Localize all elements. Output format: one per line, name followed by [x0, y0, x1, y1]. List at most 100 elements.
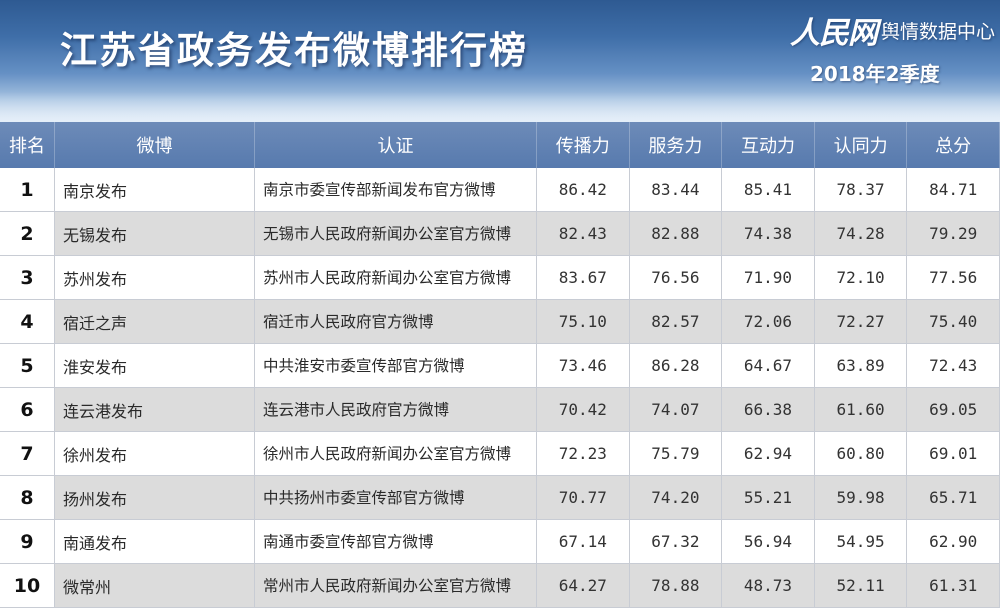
column-header-spread: 传播力	[537, 122, 630, 168]
total-score-cell: 62.90	[907, 520, 1000, 563]
service-score-cell: 76.56	[629, 256, 723, 299]
weibo-name-cell: 连云港发布	[55, 388, 255, 431]
column-header-service: 服务力	[630, 122, 723, 168]
recognition-score-cell: 72.27	[814, 300, 908, 343]
weibo-name-cell: 淮安发布	[55, 344, 255, 387]
weibo-name-cell: 徐州发布	[55, 432, 255, 475]
service-score-cell: 82.88	[629, 212, 723, 255]
certification-cell: 常州市人民政府新闻办公室官方微博	[255, 564, 537, 607]
certification-cell: 宿迁市人民政府官方微博	[255, 300, 537, 343]
total-score-cell: 75.40	[907, 300, 1000, 343]
total-score-cell: 79.29	[907, 212, 1000, 255]
interaction-score-cell: 74.38	[722, 212, 815, 255]
interaction-score-cell: 56.94	[722, 520, 815, 563]
spread-score-cell: 82.43	[537, 212, 630, 255]
spread-score-cell: 73.46	[537, 344, 630, 387]
spread-score-cell: 64.27	[537, 564, 630, 607]
column-header-cert: 认证	[255, 122, 537, 168]
page-title: 江苏省政务发布微博排行榜	[60, 29, 528, 72]
table-row: 9 南通发布 南通市委宣传部官方微博 67.14 67.32 56.94 54.95 62.9…	[0, 520, 1000, 564]
table-row: 5 淮安发布 中共淮安市委宣传部官方微博 73.46 86.28 64.67 63.89 72…	[0, 344, 1000, 388]
certification-cell: 南通市委宣传部官方微博	[255, 520, 537, 563]
certification-cell: 苏州市人民政府新闻办公室官方微博	[255, 256, 537, 299]
column-header-total: 总分	[907, 122, 1000, 168]
certification-cell: 徐州市人民政府新闻办公室官方微博	[255, 432, 537, 475]
rank-cell: 7	[0, 432, 55, 475]
banner-stripe	[0, 92, 1000, 122]
weibo-name-cell: 微常州	[55, 564, 255, 607]
total-score-cell: 69.05	[907, 388, 1000, 431]
brand: 人民网 舆情数据中心	[790, 12, 996, 51]
weibo-name-cell: 南通发布	[55, 520, 255, 563]
certification-cell: 南京市委宣传部新闻发布官方微博	[255, 168, 537, 211]
service-score-cell: 67.32	[629, 520, 723, 563]
column-header-interaction: 互动力	[722, 122, 815, 168]
interaction-score-cell: 55.21	[722, 476, 815, 519]
certification-cell: 中共淮安市委宣传部官方微博	[255, 344, 537, 387]
total-score-cell: 61.31	[907, 564, 1000, 607]
spread-score-cell: 83.67	[537, 256, 630, 299]
recognition-score-cell: 61.60	[814, 388, 908, 431]
rank-cell: 9	[0, 520, 55, 563]
recognition-score-cell: 54.95	[814, 520, 908, 563]
spread-score-cell: 70.77	[537, 476, 630, 519]
total-score-cell: 69.01	[907, 432, 1000, 475]
table-row: 6 连云港发布 连云港市人民政府官方微博 70.42 74.07 66.38 61.60 69…	[0, 388, 1000, 432]
certification-cell: 中共扬州市委宣传部官方微博	[255, 476, 537, 519]
recognition-score-cell: 59.98	[814, 476, 908, 519]
certification-cell: 连云港市人民政府官方微博	[255, 388, 537, 431]
interaction-score-cell: 85.41	[722, 168, 815, 211]
ranking-table: 排名 微博 认证 传播力 服务力 互动力 认同力 总分 1 南京发布 南京市委宣传部…	[0, 122, 1000, 611]
brand-subtitle: 舆情数据中心	[881, 20, 996, 43]
interaction-score-cell: 66.38	[722, 388, 815, 431]
weibo-name-cell: 扬州发布	[55, 476, 255, 519]
interaction-score-cell: 48.73	[722, 564, 815, 607]
period-label: 2018年2季度	[810, 62, 940, 86]
brand-logo: 人民网	[790, 16, 878, 51]
recognition-score-cell: 72.10	[814, 256, 908, 299]
spread-score-cell: 70.42	[537, 388, 630, 431]
interaction-score-cell: 62.94	[722, 432, 815, 475]
weibo-name-cell: 苏州发布	[55, 256, 255, 299]
recognition-score-cell: 60.80	[814, 432, 908, 475]
service-score-cell: 75.79	[629, 432, 723, 475]
rank-cell: 8	[0, 476, 55, 519]
spread-score-cell: 72.23	[537, 432, 630, 475]
rank-cell: 1	[0, 168, 55, 211]
column-header-recognition: 认同力	[815, 122, 908, 168]
rank-cell: 5	[0, 344, 55, 387]
weibo-name-cell: 无锡发布	[55, 212, 255, 255]
total-score-cell: 65.71	[907, 476, 1000, 519]
table-row: 4 宿迁之声 宿迁市人民政府官方微博 75.10 82.57 72.06 72.27 75.4…	[0, 300, 1000, 344]
interaction-score-cell: 71.90	[722, 256, 815, 299]
column-header-weibo: 微博	[55, 122, 255, 168]
table-row: 7 徐州发布 徐州市人民政府新闻办公室官方微博 72.23 75.79 62.94 60.8…	[0, 432, 1000, 476]
service-score-cell: 83.44	[629, 168, 723, 211]
rank-cell: 2	[0, 212, 55, 255]
table-row: 8 扬州发布 中共扬州市委宣传部官方微博 70.77 74.20 55.21 59.98 65…	[0, 476, 1000, 520]
spread-score-cell: 75.10	[537, 300, 630, 343]
service-score-cell: 74.20	[629, 476, 723, 519]
rank-cell: 6	[0, 388, 55, 431]
table-row: 2 无锡发布 无锡市人民政府新闻办公室官方微博 82.43 82.88 74.38 74.2…	[0, 212, 1000, 256]
table-row: 1 南京发布 南京市委宣传部新闻发布官方微博 86.42 83.44 85.41 78.37…	[0, 168, 1000, 212]
service-score-cell: 82.57	[629, 300, 723, 343]
table-header: 排名 微博 认证 传播力 服务力 互动力 认同力 总分	[0, 122, 1000, 168]
rank-cell: 3	[0, 256, 55, 299]
table-row: 10 微常州 常州市人民政府新闻办公室官方微博 64.27 78.88 48.73 52.1…	[0, 564, 1000, 608]
rank-cell: 10	[0, 564, 55, 607]
certification-cell: 无锡市人民政府新闻办公室官方微博	[255, 212, 537, 255]
weibo-name-cell: 南京发布	[55, 168, 255, 211]
recognition-score-cell: 74.28	[814, 212, 908, 255]
spread-score-cell: 86.42	[537, 168, 630, 211]
total-score-cell: 84.71	[907, 168, 1000, 211]
service-score-cell: 86.28	[629, 344, 723, 387]
service-score-cell: 78.88	[629, 564, 723, 607]
total-score-cell: 72.43	[907, 344, 1000, 387]
recognition-score-cell: 78.37	[814, 168, 908, 211]
service-score-cell: 74.07	[629, 388, 723, 431]
header-banner: 江苏省政务发布微博排行榜 人民网 舆情数据中心 2018年2季度	[0, 0, 1000, 122]
table-row: 3 苏州发布 苏州市人民政府新闻办公室官方微博 83.67 76.56 71.90 72.1…	[0, 256, 1000, 300]
recognition-score-cell: 52.11	[814, 564, 908, 607]
spread-score-cell: 67.14	[537, 520, 630, 563]
